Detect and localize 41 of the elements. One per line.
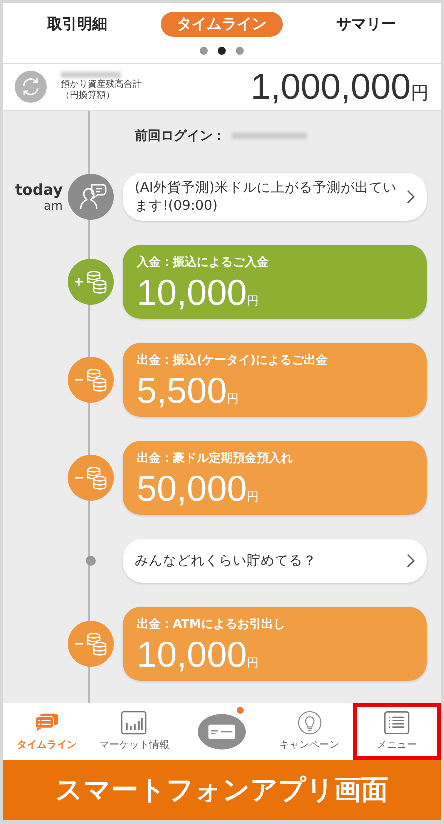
chevron-right-icon — [406, 554, 415, 568]
tab[interactable]: サマリー — [320, 12, 412, 37]
tab[interactable]: 取引明細 — [32, 12, 124, 37]
nav-item[interactable]: メニュー — [353, 703, 441, 760]
transaction-title: 出金：振込(ケータイ)によるご出金 — [137, 352, 329, 369]
transaction-amount: 5,500 — [137, 369, 228, 413]
transaction-title: 出金：ATMによるお引出し — [137, 616, 286, 633]
transaction-amount: 10,000 — [137, 633, 248, 677]
notification-text: みんなどれくらい貯めてる？ — [135, 552, 318, 570]
card-icon — [198, 714, 246, 750]
refresh-icon[interactable] — [15, 71, 47, 103]
currency-unit: 円 — [247, 489, 260, 506]
currency-unit: 円 — [247, 293, 260, 310]
notification-card[interactable]: みんなどれくらい貯めてる？ — [123, 539, 427, 583]
currency-unit: 円 — [411, 82, 429, 105]
currency-unit: 円 — [227, 391, 240, 408]
balance-label: 預かり資産残高合計 — [61, 80, 142, 90]
lightbulb-icon — [296, 711, 323, 735]
bar-chart-icon — [121, 711, 148, 735]
day-label: today — [15, 181, 63, 199]
timeline-dot — [86, 556, 96, 566]
transaction-title: 出金：豪ドル定期預金預入れ — [137, 450, 294, 467]
currency-unit: 円 — [247, 655, 260, 672]
balance-sublabel: （円換算額） — [61, 91, 116, 102]
last-login-label: 前回ログイン： — [135, 128, 226, 145]
balance-amount: 1,000,000 — [250, 66, 411, 108]
minus-coins-icon — [68, 357, 114, 403]
notification-card[interactable]: (AI外貨予測)米ドルに上がる予測が出ています!(09:00) — [123, 173, 427, 221]
plus-coins-icon — [68, 259, 114, 305]
transaction-title: 入金：振込によるご入金 — [137, 254, 270, 271]
chevron-right-icon — [406, 190, 415, 204]
menu-icon — [384, 711, 410, 735]
transaction-amount: 50,000 — [137, 467, 248, 511]
redacted-text — [61, 72, 121, 78]
notification-text: (AI外貨予測)米ドルに上がる予測が出ています!(09:00) — [135, 179, 398, 215]
caption-banner: スマートフォンアプリ画面 — [3, 760, 441, 820]
transaction-amount: 10,000 — [137, 271, 248, 315]
minus-coins-icon — [68, 455, 114, 501]
period-label: am — [44, 199, 63, 213]
advisor-chat-icon — [68, 174, 114, 220]
minus-coins-icon — [68, 621, 114, 667]
